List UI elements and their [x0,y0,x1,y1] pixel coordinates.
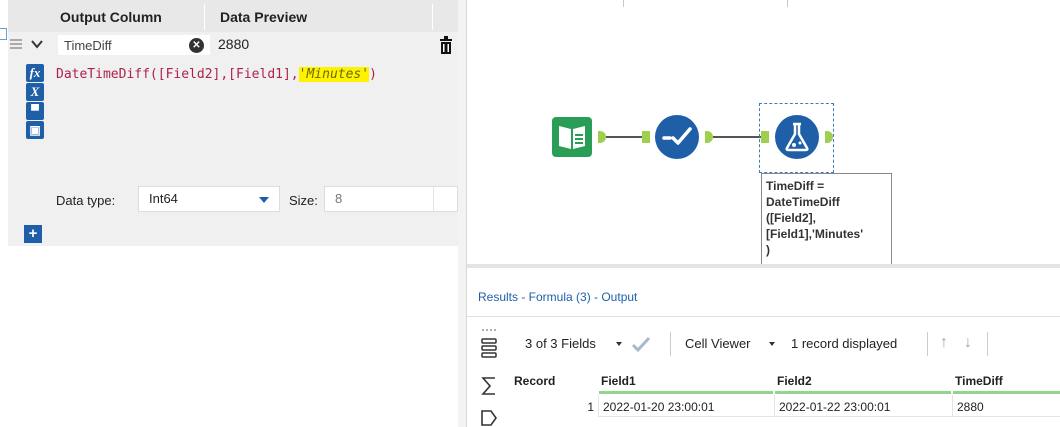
results-title: Results - Formula (3) - Output [478,290,638,304]
column-header-field2[interactable]: Field2 [777,372,947,392]
tab-divider [787,0,788,7]
field1-header-bar [599,391,773,394]
expression-prefix: DateTimeDiff([Field2],[Field1], [56,67,299,82]
size-value: 8 [335,191,343,206]
expression-suffix: ) [369,67,377,82]
tab-divider [623,0,624,7]
data-preview-header: Data Preview [220,9,308,25]
workflow-canvas[interactable]: TimeDiff = DateTimeDiff ([Field2], [Fiel… [466,0,1060,273]
timediff-header-bar [953,391,1060,394]
formula-row[interactable]: ✕ 2880 [8,32,458,58]
arrow-down-icon[interactable]: ↓ [964,334,972,352]
column-header: Output Column Data Preview [8,0,458,32]
size-input[interactable]: 8 [324,186,458,212]
column-header-timediff[interactable]: TimeDiff [955,372,1055,392]
size-label: Size: [289,193,318,208]
header-divider [432,4,433,30]
connection-line [606,136,642,138]
results-separator [467,316,1060,317]
trash-icon[interactable] [439,36,453,54]
cell-viewer-selector[interactable]: Cell Viewer [685,336,751,351]
table-view-icon[interactable] [481,337,497,359]
field2-header-bar [775,391,951,394]
data-type-row: Data type: Int64 Size: 8 [8,178,458,222]
toolbar-separator [987,332,988,356]
add-formula-button[interactable]: + [24,225,42,243]
table-row-record[interactable]: 1 [507,395,599,417]
input-data-icon[interactable] [551,116,593,158]
size-spinner-icon[interactable] [433,187,457,211]
summary-icon[interactable] [481,375,497,397]
formula-tool-icon[interactable] [774,114,820,160]
data-type-select[interactable]: Int64 [138,186,280,212]
column-header-record[interactable]: Record [514,372,594,392]
add-row [8,222,458,246]
toolbar-separator [670,332,671,356]
input-anchor[interactable] [642,131,650,143]
header-divider [204,4,205,30]
column-header-field1[interactable]: Field1 [601,372,771,392]
fields-selector[interactable]: 3 of 3 Fields [525,336,596,351]
select-tool-icon[interactable] [654,114,700,160]
results-panel: Results - Formula (3) - Output 3 of 3 Fi… [466,268,1060,427]
drag-handle-icon[interactable] [10,39,22,51]
panel-scrollbar[interactable] [458,0,466,427]
connection-line [713,136,761,138]
clear-icon[interactable]: ✕ [189,38,204,53]
expression-toolbar: fx X ▀ ▣ [26,64,48,140]
records-displayed: 1 record displayed [791,336,898,351]
chevron-down-icon[interactable] [30,37,44,51]
data-type-label: Data type: [56,193,116,208]
cell-viewer-caret-icon[interactable] [769,342,775,346]
output-column-input[interactable] [58,35,210,55]
checkmark-icon[interactable] [631,336,651,353]
variable-icon[interactable]: X [26,83,44,101]
results-side-toolbar [467,317,507,427]
output-column-header: Output Column [60,9,162,25]
toolbar-separator [927,332,928,356]
data-preview-value: 2880 [218,36,250,52]
formula-annotation: TimeDiff = DateTimeDiff ([Field2], [Fiel… [761,173,892,273]
save-icon[interactable]: ▣ [26,121,44,139]
open-folder-icon[interactable]: ▀ [26,102,44,120]
arrow-up-icon[interactable]: ↑ [940,334,948,352]
table-row-timediff[interactable]: 2880 [953,395,1060,417]
formula-config-panel: Output Column Data Preview ✕ 2880 fx X ▀… [0,0,466,427]
canvas-tab-strip [467,0,1060,7]
tag-icon[interactable] [481,409,497,427]
gutter-marker [0,28,7,40]
fx-icon[interactable]: fx [26,64,44,82]
left-gutter [0,0,8,427]
table-row-field1[interactable]: 2022-01-20 23:00:01 [599,395,775,417]
fields-caret-icon[interactable] [616,342,622,346]
table-row-field2[interactable]: 2022-01-22 23:00:01 [775,395,953,417]
expression-text[interactable]: DateTimeDiff([Field2],[Field1],'Minutes'… [56,67,377,82]
results-toolbar: 3 of 3 Fields Cell Viewer 1 record displ… [507,328,1060,358]
expression-highlight: 'Minutes' [298,67,370,82]
grip-icon[interactable] [481,321,497,331]
data-type-value: Int64 [149,191,178,206]
output-anchor[interactable] [598,131,606,143]
dropdown-caret-icon [259,197,269,203]
output-anchor[interactable] [705,131,713,143]
